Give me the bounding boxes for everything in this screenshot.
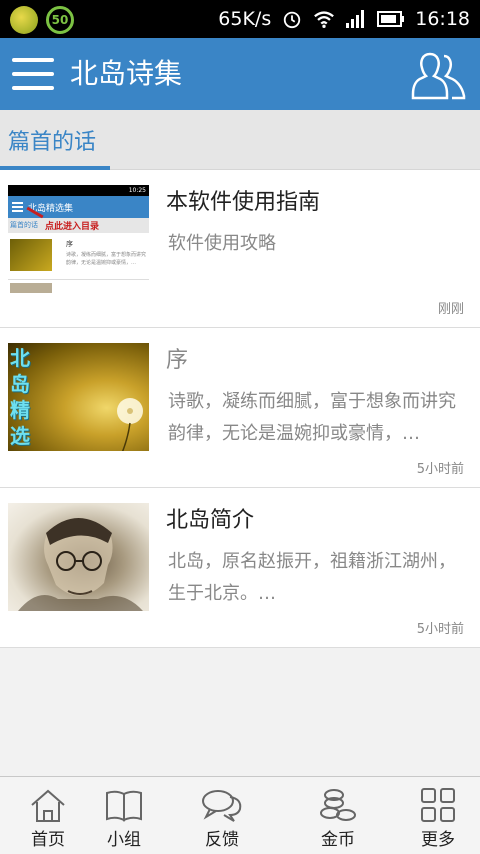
list-item[interactable]: 北岛精选 序 诗歌，凝练而细腻，富于想象而讲究韵律，无论是温婉抑或豪情，… 5小… bbox=[0, 328, 480, 488]
nav-label: 金币 bbox=[321, 830, 355, 850]
nav-label: 小组 bbox=[107, 830, 141, 850]
item-timestamp: 5小时前 bbox=[416, 622, 464, 637]
battery-icon bbox=[377, 11, 405, 27]
tab-preface[interactable]: 篇首的话 bbox=[0, 110, 110, 170]
alarm-icon bbox=[284, 11, 301, 29]
page-title: 北岛诗集 bbox=[70, 57, 183, 90]
dandelion-thumbnail: 北岛精选 bbox=[8, 343, 149, 451]
tab-label: 篇首的话 bbox=[8, 130, 97, 155]
guide-thumbnail: 10:25 北岛精选集 篇首的话 点此进入目录 序 诗歌，凝练而细腻，富于想象而… bbox=[8, 185, 149, 293]
item-title: 北岛简介 bbox=[166, 508, 255, 533]
nav-more[interactable]: 更多 bbox=[390, 777, 480, 854]
bottom-navigation: 首页 小组 反馈 金币 更多 bbox=[0, 776, 480, 854]
user-group-icon[interactable] bbox=[410, 48, 468, 102]
notification-app-icon bbox=[10, 6, 38, 34]
app-header: 北岛诗集 bbox=[0, 38, 480, 110]
clock: 16:18 bbox=[415, 8, 470, 30]
thumbnail-overlay-text: 北岛精选 bbox=[10, 346, 30, 448]
portrait-sketch bbox=[18, 518, 143, 611]
nav-feedback[interactable]: 反馈 bbox=[174, 777, 270, 854]
item-description: 北岛，原名赵振开，祖籍浙江湖州，生于北京。… bbox=[168, 551, 456, 604]
item-description: 诗歌，凝练而细腻，富于想象而讲究韵律，无论是温婉抑或豪情，… bbox=[168, 391, 456, 444]
author-portrait bbox=[8, 503, 149, 611]
book-icon bbox=[106, 790, 142, 822]
list-item[interactable]: 北岛简介 北岛，原名赵振开，祖籍浙江湖州，生于北京。… 5小时前 bbox=[0, 488, 480, 648]
dandelion-icon bbox=[117, 398, 143, 451]
nav-label: 反馈 bbox=[205, 830, 239, 850]
menu-icon bbox=[12, 202, 23, 212]
coins-icon bbox=[320, 789, 356, 821]
nav-label: 更多 bbox=[421, 830, 455, 850]
grid-icon bbox=[421, 788, 455, 822]
tab-bar: 篇首的话 bbox=[0, 110, 480, 170]
notification-badge-icon: 50 bbox=[46, 6, 74, 34]
article-list: 10:25 北岛精选集 篇首的话 点此进入目录 序 诗歌，凝练而细腻，富于想象而… bbox=[0, 170, 480, 648]
nav-group[interactable]: 小组 bbox=[76, 777, 172, 854]
item-title: 序 bbox=[166, 348, 189, 373]
status-bar: 50 65K/s 16:18 bbox=[0, 0, 480, 38]
chat-bubbles-icon bbox=[202, 790, 242, 822]
network-speed: 65K/s bbox=[218, 8, 272, 30]
item-timestamp: 刚刚 bbox=[437, 302, 464, 317]
signal-icon bbox=[346, 10, 365, 28]
item-timestamp: 5小时前 bbox=[416, 462, 464, 477]
menu-icon[interactable] bbox=[12, 58, 54, 90]
list-item[interactable]: 10:25 北岛精选集 篇首的话 点此进入目录 序 诗歌，凝练而细腻，富于想象而… bbox=[0, 170, 480, 328]
home-icon bbox=[31, 789, 65, 822]
nav-coins[interactable]: 金币 bbox=[290, 777, 386, 854]
item-title: 本软件使用指南 bbox=[166, 190, 321, 215]
wifi-icon bbox=[314, 11, 335, 28]
item-description: 软件使用攻略 bbox=[168, 233, 276, 254]
